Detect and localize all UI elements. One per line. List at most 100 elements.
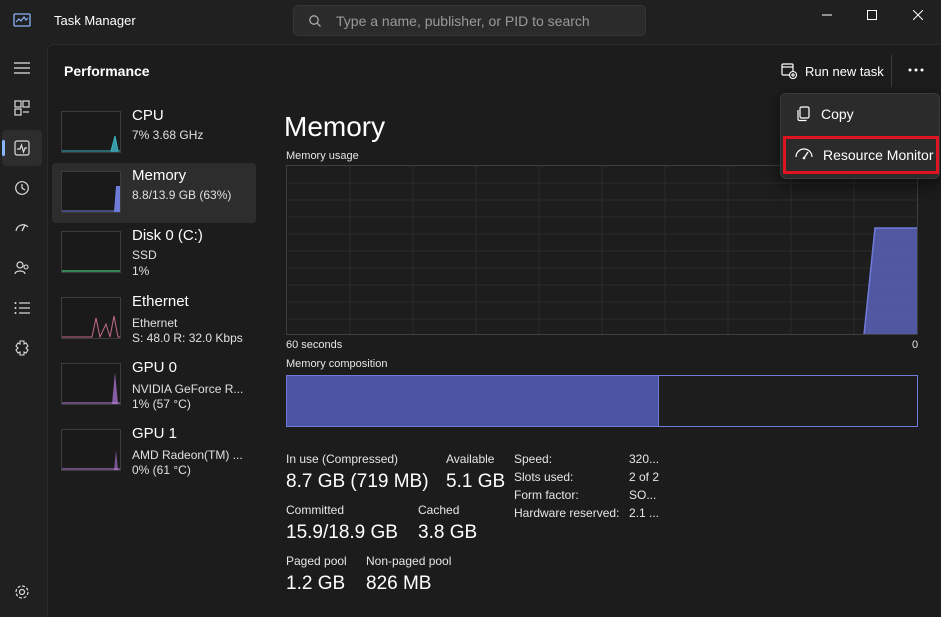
device-detail: 7% 3.68 GHz: [132, 128, 204, 142]
non-paged-pool-value: 826 MB: [366, 573, 432, 594]
close-button[interactable]: [895, 0, 941, 30]
device-detail: Ethernet: [132, 316, 178, 330]
memory-usage-graph: [286, 165, 918, 335]
device-disk-0[interactable]: Disk 0 (C:) SSD 1%: [52, 223, 256, 283]
app-history-icon: [15, 181, 29, 195]
committed-value: 15.9/18.9 GB: [286, 522, 398, 543]
details-icon: [14, 302, 30, 314]
menu-item-copy[interactable]: Copy: [785, 97, 937, 131]
device-detail: SSD: [132, 248, 157, 262]
cpu-thumbnail-graph: [61, 111, 121, 153]
maximize-icon: [867, 10, 877, 20]
nav-app-history[interactable]: [2, 170, 42, 206]
memory-usage-area: [864, 228, 917, 334]
device-detail: S: 48.0 R: 32.0 Kbps: [132, 331, 243, 345]
device-detail: NVIDIA GeForce R...: [132, 382, 244, 396]
device-name: Ethernet: [132, 293, 189, 310]
memory-composition-label: Memory composition: [286, 358, 388, 370]
device-gpu-1[interactable]: GPU 1 AMD Radeon(TM) ... 0% (61 °C): [52, 421, 256, 481]
minimize-button[interactable]: [804, 0, 850, 30]
device-memory[interactable]: Memory 8.8/13.9 GB (63%): [52, 163, 256, 223]
close-icon: [913, 10, 923, 20]
device-gpu-0[interactable]: GPU 0 NVIDIA GeForce R... 1% (57 °C): [52, 355, 256, 415]
paged-pool-value: 1.2 GB: [286, 573, 346, 594]
menu-item-resource-monitor[interactable]: Resource Monitor: [783, 136, 939, 174]
header-divider: [891, 55, 892, 87]
gpu1-thumbnail-graph: [61, 429, 121, 471]
performance-icon: [14, 140, 30, 156]
committed-label: Committed: [286, 503, 345, 517]
more-dots-icon: [908, 68, 924, 72]
title-bar: Task Manager Type a name, publisher, or …: [0, 0, 941, 44]
resource-monitor-icon: [795, 148, 813, 160]
resource-monitor-label: Resource Monitor: [823, 147, 934, 163]
available-value: 5.1 GB: [446, 471, 506, 492]
form-factor-key: Form factor:: [514, 488, 579, 502]
window-title: Task Manager: [54, 13, 136, 28]
nav-details[interactable]: [2, 290, 42, 326]
more-options-menu: Copy Resource Monitor: [780, 93, 940, 179]
nav-settings[interactable]: [2, 574, 42, 610]
in-use-label: In use (Compressed): [286, 452, 399, 466]
non-paged-pool-label: Non-paged pool: [366, 554, 452, 568]
services-icon: [15, 340, 29, 356]
paged-pool-label: Paged pool: [286, 554, 347, 568]
slots-used-key: Slots used:: [514, 470, 574, 484]
cached-label: Cached: [418, 503, 460, 517]
hardware-reserved-key: Hardware reserved:: [514, 506, 620, 520]
memory-in-use-segment: [287, 376, 659, 426]
hardware-reserved-value: 2.1 ...: [629, 506, 660, 520]
device-ethernet[interactable]: Ethernet Ethernet S: 48.0 R: 32.0 Kbps: [52, 289, 256, 349]
form-factor-value: SO...: [629, 488, 657, 502]
device-detail: AMD Radeon(TM) ...: [132, 448, 243, 462]
hamburger-menu-button[interactable]: [2, 50, 42, 86]
device-detail: 0% (61 °C): [132, 463, 191, 477]
copy-label: Copy: [821, 106, 854, 122]
run-new-task-label: Run new task: [805, 63, 884, 79]
search-placeholder: Type a name, publisher, or PID to search: [336, 13, 590, 29]
run-task-icon: [781, 63, 797, 79]
search-box[interactable]: Type a name, publisher, or PID to search: [293, 5, 646, 36]
available-label: Available: [446, 452, 495, 466]
in-use-value: 8.7 GB (719 MB): [286, 471, 429, 492]
page-title: Performance: [64, 63, 150, 79]
device-name: Disk 0 (C:): [132, 227, 203, 244]
users-icon: [14, 261, 29, 275]
device-detail: 1% (57 °C): [132, 397, 191, 411]
speed-key: Speed:: [514, 452, 553, 466]
run-new-task-button[interactable]: Run new task: [781, 61, 884, 81]
device-cpu[interactable]: CPU 7% 3.68 GHz: [52, 103, 256, 163]
cached-value: 3.8 GB: [418, 522, 478, 543]
graph-zero-label: 0: [912, 339, 919, 351]
more-options-button[interactable]: [905, 59, 927, 81]
nav-startup-apps[interactable]: [2, 210, 42, 246]
nav-processes[interactable]: [2, 90, 42, 126]
nav-services[interactable]: [2, 330, 42, 366]
device-detail: 8.8/13.9 GB (63%): [132, 188, 232, 202]
settings-icon: [15, 585, 29, 599]
processes-icon: [14, 100, 30, 116]
task-manager-app-icon: [13, 13, 31, 27]
navigation-rail: [0, 44, 47, 617]
memory-thumbnail-graph: [61, 171, 121, 213]
minimize-icon: [822, 14, 832, 16]
nav-users[interactable]: [2, 250, 42, 286]
speed-value: 320...: [629, 452, 660, 466]
device-name: GPU 1: [132, 425, 178, 442]
graph-time-label: 60 seconds: [286, 339, 343, 351]
ethernet-thumbnail-graph: [61, 297, 121, 339]
memory-usage-label: Memory usage: [286, 150, 359, 162]
device-name: Memory: [132, 167, 187, 184]
search-icon: [309, 15, 321, 27]
nav-performance[interactable]: [2, 130, 42, 166]
device-detail: 1%: [132, 264, 150, 278]
memory-heading: Memory: [284, 111, 386, 142]
menu-icon: [14, 62, 30, 74]
copy-icon: [797, 106, 810, 122]
device-name: CPU: [132, 107, 164, 124]
slots-used-value: 2 of 2: [629, 470, 660, 484]
memory-composition-bar: [286, 375, 918, 427]
maximize-button[interactable]: [849, 0, 895, 30]
gpu0-thumbnail-graph: [61, 363, 121, 405]
startup-apps-icon: [15, 224, 29, 232]
